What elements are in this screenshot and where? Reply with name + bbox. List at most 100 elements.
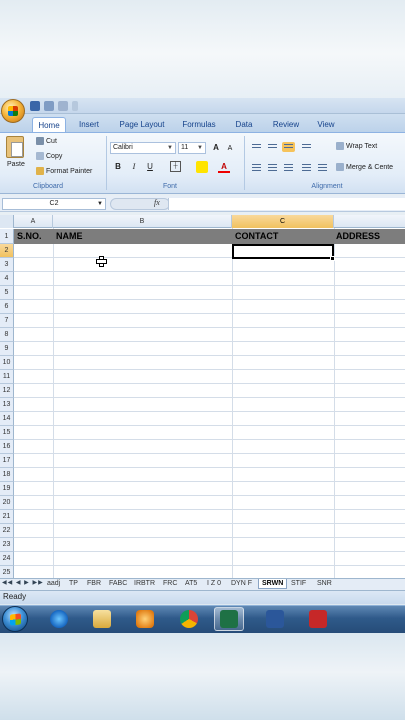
tab-view[interactable]: View (312, 117, 340, 132)
row-header-7[interactable]: 7 (0, 314, 14, 328)
cell-b1[interactable]: NAME (56, 229, 83, 244)
align-top-icon[interactable] (250, 142, 263, 152)
sheet-tab-i-z-0[interactable]: I Z 0 (204, 579, 224, 589)
tab-home[interactable]: Home (32, 117, 66, 132)
cell-c1[interactable]: CONTACT (235, 229, 278, 244)
active-cell-c2[interactable] (232, 244, 334, 259)
name-box[interactable]: C2 ▼ (2, 198, 106, 210)
align-right-icon[interactable] (282, 162, 295, 172)
tab-page-layout[interactable]: Page Layout (113, 117, 171, 132)
sheet-tab-dyn-f[interactable]: DYN F (228, 579, 255, 589)
column-header-a[interactable]: A (14, 215, 53, 228)
row-header-22[interactable]: 22 (0, 524, 14, 538)
gridline (232, 228, 233, 578)
row-header-24[interactable]: 24 (0, 552, 14, 566)
format-painter-button[interactable]: Format Painter (36, 167, 92, 175)
row-header-18[interactable]: 18 (0, 468, 14, 482)
sheet-tab-frc[interactable]: FRC (160, 579, 180, 589)
row-header-12[interactable]: 12 (0, 384, 14, 398)
align-middle-icon[interactable] (266, 142, 279, 152)
column-header-c[interactable]: C (232, 215, 334, 228)
grow-font-icon[interactable]: A (210, 142, 222, 154)
select-all-corner[interactable] (0, 215, 14, 228)
row-header-6[interactable]: 6 (0, 300, 14, 314)
row-header-13[interactable]: 13 (0, 398, 14, 412)
file-explorer-icon[interactable] (93, 610, 111, 628)
font-name-select[interactable]: Calibri ▼ (110, 142, 176, 154)
cut-button[interactable]: Cut (36, 137, 57, 145)
row-header-15[interactable]: 15 (0, 426, 14, 440)
font-size-select[interactable]: 11 ▼ (178, 142, 206, 154)
row-header-3[interactable]: 3 (0, 258, 14, 272)
row-header-4[interactable]: 4 (0, 272, 14, 286)
screen-recorder-icon[interactable] (309, 610, 327, 628)
sheet-tab-snr[interactable]: SNR (314, 579, 335, 589)
fill-color-icon[interactable] (196, 161, 208, 173)
gridline (14, 537, 405, 538)
row-header-2[interactable]: 2 (0, 244, 14, 258)
orientation-icon[interactable] (300, 142, 313, 152)
row-header-17[interactable]: 17 (0, 454, 14, 468)
redo-icon[interactable] (58, 101, 68, 111)
row-header-21[interactable]: 21 (0, 510, 14, 524)
sheet-tab-stif[interactable]: STIF (288, 579, 309, 589)
media-player-icon[interactable] (136, 610, 154, 628)
paste-button[interactable]: Paste (7, 161, 25, 168)
shrink-font-icon[interactable]: A (224, 143, 236, 155)
row-header-16[interactable]: 16 (0, 440, 14, 454)
gridline (14, 523, 405, 524)
column-header-d[interactable] (334, 215, 405, 228)
internet-explorer-icon[interactable] (50, 610, 68, 628)
copy-button[interactable]: Copy (36, 152, 62, 160)
row-header-8[interactable]: 8 (0, 328, 14, 342)
undo-icon[interactable] (44, 101, 54, 111)
word-icon[interactable] (266, 610, 284, 628)
sheet-tab-tp[interactable]: TP (66, 579, 81, 589)
row-header-1[interactable]: 1 (0, 229, 14, 244)
underline-button[interactable]: U (144, 161, 156, 173)
cell-d1[interactable]: ADDRESS (336, 229, 380, 244)
column-header-b[interactable]: B (53, 215, 232, 228)
merge-center-button[interactable]: Merge & Cente (336, 163, 393, 171)
sheet-tab-fabc[interactable]: FABC (106, 579, 130, 589)
save-icon[interactable] (30, 101, 40, 111)
sheet-tab-at5[interactable]: AT5 (182, 579, 200, 589)
decrease-indent-icon[interactable] (300, 162, 313, 172)
row-header-5[interactable]: 5 (0, 286, 14, 300)
sheet-tab-aadj[interactable]: aadj (44, 579, 63, 589)
row-header-20[interactable]: 20 (0, 496, 14, 510)
office-button[interactable] (1, 99, 25, 123)
increase-indent-icon[interactable] (316, 162, 329, 172)
row-header-11[interactable]: 11 (0, 370, 14, 384)
gridline (14, 551, 405, 552)
chrome-icon[interactable] (180, 610, 198, 628)
function-icon[interactable]: fx (154, 198, 160, 207)
fill-handle[interactable] (330, 256, 335, 261)
sheet-tab-fbr[interactable]: FBR (84, 579, 104, 589)
tab-formulas[interactable]: Formulas (178, 117, 220, 132)
tab-data[interactable]: Data (230, 117, 258, 132)
font-color-icon[interactable]: A (218, 161, 230, 173)
paste-icon[interactable] (6, 136, 24, 158)
sheet-nav-arrows-icon[interactable]: ◀◀ ◀ ▶ ▶▶ (2, 579, 44, 586)
align-bottom-icon[interactable] (282, 142, 295, 152)
wrap-text-button[interactable]: Wrap Text (336, 142, 377, 150)
start-button-icon[interactable] (2, 606, 28, 632)
align-left-icon[interactable] (250, 162, 263, 172)
row-header-9[interactable]: 9 (0, 342, 14, 356)
row-header-19[interactable]: 19 (0, 482, 14, 496)
tab-insert[interactable]: Insert (72, 117, 106, 132)
formula-input[interactable] (168, 198, 405, 210)
customize-dropdown-icon[interactable] (72, 101, 78, 111)
cell-a1[interactable]: S.NO. (17, 229, 42, 244)
row-header-23[interactable]: 23 (0, 538, 14, 552)
tab-review[interactable]: Review (268, 117, 304, 132)
borders-icon[interactable]: ┼ (170, 161, 181, 172)
bold-button[interactable]: B (112, 161, 124, 173)
row-header-10[interactable]: 10 (0, 356, 14, 370)
italic-button[interactable]: I (128, 161, 140, 173)
sheet-tab-srwn[interactable]: SRWN (258, 579, 288, 589)
align-center-icon[interactable] (266, 162, 279, 172)
sheet-tab-irbtr[interactable]: IRBTR (131, 579, 158, 589)
row-header-14[interactable]: 14 (0, 412, 14, 426)
